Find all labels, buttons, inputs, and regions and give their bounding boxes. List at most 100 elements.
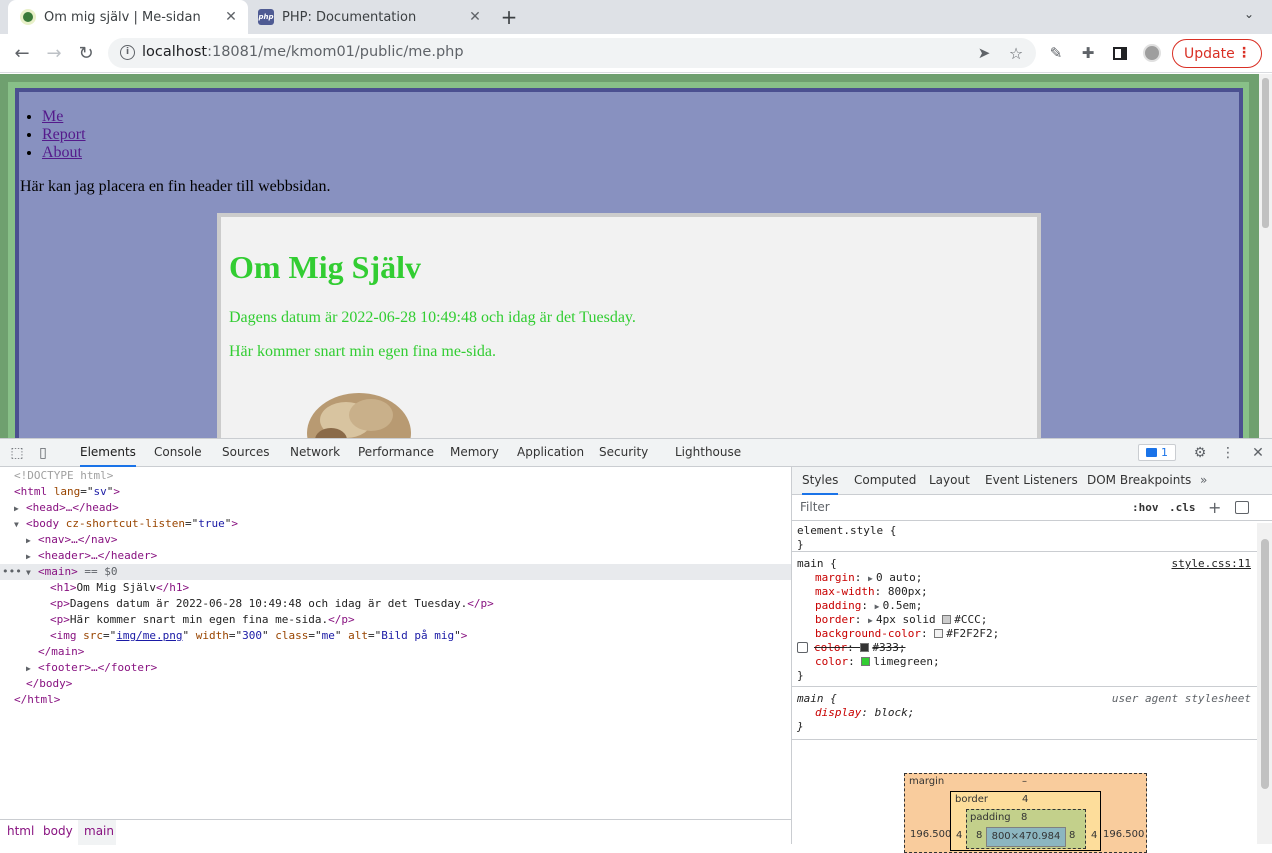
color-swatch[interactable] [861, 657, 871, 666]
site-info-icon[interactable]: i [120, 45, 135, 60]
tab-search-chevron-icon[interactable]: ⌄ [1244, 7, 1254, 21]
stylesheet-link[interactable]: style.css:11 [1172, 557, 1251, 571]
breadcrumb-main[interactable]: main [84, 824, 114, 838]
tab-title: PHP: Documentation [282, 9, 417, 25]
page-title: Om Mig Själv [229, 249, 421, 285]
tab-event-listeners[interactable]: Event Listeners [985, 467, 1078, 495]
cls-toggle[interactable]: .cls [1169, 501, 1196, 514]
row-options-icon[interactable]: ••• [2, 564, 22, 580]
styles-scrollbar[interactable] [1257, 523, 1272, 844]
box-model-padding[interactable]: padding 8 8 8 800×470.984 [966, 809, 1086, 849]
page-scrollbar[interactable] [1259, 74, 1272, 438]
header-node[interactable]: ▶ <header>…</header> [26, 548, 157, 564]
side-panel-icon[interactable] [1106, 40, 1134, 66]
nav-node[interactable]: ▶ <nav>…</nav> [26, 532, 117, 548]
url-text[interactable]: localhost:18081/me/kmom01/public/me.php [142, 44, 464, 60]
tab-layout[interactable]: Layout [929, 467, 970, 495]
tab-php-documentation[interactable]: php PHP: Documentation ✕ [250, 0, 492, 34]
extensions-puzzle-icon[interactable]: ✚ [1074, 40, 1102, 66]
eyedropper-icon[interactable]: ✎ [1042, 40, 1070, 66]
forward-arrow-icon[interactable]: → [40, 40, 68, 66]
send-icon[interactable]: ➤ [970, 40, 998, 66]
tab-dom-breakpoints[interactable]: DOM Breakpoints [1087, 467, 1191, 495]
new-rule-plus-icon[interactable]: + [1208, 498, 1221, 517]
tab-styles[interactable]: Styles [802, 467, 839, 495]
styles-scrollbar-thumb[interactable] [1261, 539, 1269, 789]
tab-memory[interactable]: Memory [450, 439, 499, 467]
tab-me-sidan[interactable]: Om mig själv | Me-sidan ✕ [8, 0, 248, 34]
main-rule-selector[interactable]: main { [797, 557, 837, 571]
p2-node[interactable]: <p>Här kommer snart min egen fina me-sid… [50, 612, 355, 628]
nav-link-me[interactable]: Me [42, 108, 63, 125]
tab-sources[interactable]: Sources [222, 439, 269, 467]
box-model-border[interactable]: border 4 4 4 padding 8 8 8 800×470.984 [950, 791, 1101, 851]
ua-rule-selector[interactable]: main { [797, 692, 837, 706]
color-swatch[interactable] [934, 629, 944, 638]
close-tab-icon[interactable]: ✕ [222, 8, 240, 26]
body-node[interactable]: ▼ <body cz-shortcut-listen="true"> [14, 516, 238, 532]
rule-close-brace: } [797, 720, 804, 733]
settings-gear-icon[interactable]: ⚙ [1191, 444, 1209, 462]
tab-network[interactable]: Network [290, 439, 340, 467]
footer-node[interactable]: ▶ <footer>…</footer> [26, 660, 157, 676]
more-options-icon[interactable]: ⋮ [1219, 444, 1237, 462]
tab-performance[interactable]: Performance [358, 439, 434, 467]
main-style-rule: main { style.css:11 margin: ▶ 0 auto; max… [792, 553, 1257, 687]
prop-color[interactable]: color: limegreen; [815, 655, 940, 669]
html-node[interactable]: <html lang="sv"> [14, 484, 120, 500]
tab-computed[interactable]: Computed [854, 467, 916, 495]
p1-node[interactable]: <p>Dagens datum är 2022-06-28 10:49:48 o… [50, 596, 494, 612]
address-bar[interactable]: i localhost:18081/me/kmom01/public/me.ph… [108, 38, 1036, 68]
nav-link-report[interactable]: Report [42, 126, 86, 143]
img-node[interactable]: <img src="img/me.png" width="300" class=… [50, 628, 467, 644]
toggle-sidebar-icon[interactable] [1235, 501, 1249, 514]
update-button[interactable]: Update ⋮ [1172, 39, 1262, 68]
issues-badge[interactable]: 1 [1138, 444, 1176, 461]
rule-close-brace: } [797, 538, 804, 551]
color-swatch[interactable] [942, 615, 952, 624]
nav-item: Report [42, 126, 86, 144]
breadcrumb-body[interactable]: body [43, 824, 73, 838]
inspect-element-icon[interactable]: ⬚ [8, 444, 26, 462]
prop-border[interactable]: border: ▶ 4px solid #CCC; [815, 613, 987, 627]
hov-toggle[interactable]: :hov [1132, 501, 1159, 514]
page-scrollbar-thumb[interactable] [1262, 78, 1269, 228]
prop-margin[interactable]: margin: ▶ 0 auto; [815, 571, 922, 585]
box-model-margin[interactable]: margin – 196.500 196.500 border 4 4 4 pa… [904, 773, 1147, 853]
h1-node[interactable]: <h1>Om Mig Själv</h1> [50, 580, 189, 596]
prop-max-width[interactable]: max-width: 800px; [815, 585, 928, 599]
new-tab-plus-icon[interactable]: + [498, 5, 520, 29]
prop-padding[interactable]: padding: ▶ 0.5em; [815, 599, 922, 613]
prop-color-disabled[interactable]: color: #333; [797, 641, 906, 655]
expand-triangle-icon: ▶ [26, 552, 31, 561]
breadcrumb-html[interactable]: html [7, 824, 34, 838]
property-checkbox[interactable] [797, 642, 808, 653]
favicon-icon [20, 9, 36, 25]
prop-background-color[interactable]: background-color: #F2F2F2; [815, 627, 999, 641]
more-tabs-icon[interactable]: » [1200, 467, 1207, 495]
browser-toolbar: ← → ↻ i localhost:18081/me/kmom01/public… [0, 34, 1272, 73]
close-devtools-icon[interactable]: ✕ [1249, 444, 1267, 462]
close-tab-icon[interactable]: ✕ [466, 8, 484, 26]
nav-item: Me [42, 108, 86, 126]
device-toolbar-icon[interactable]: ▯ [34, 444, 52, 462]
tab-console[interactable]: Console [154, 439, 202, 467]
filter-input[interactable]: Filter [800, 500, 830, 514]
color-swatch[interactable] [860, 643, 870, 652]
tab-elements[interactable]: Elements [80, 439, 136, 467]
nav-link-about[interactable]: About [42, 144, 82, 161]
doctype-line[interactable]: <!DOCTYPE html> [14, 468, 113, 484]
reload-icon[interactable]: ↻ [72, 40, 100, 66]
head-node[interactable]: ▶ <head>…</head> [14, 500, 119, 516]
bookmark-star-icon[interactable]: ☆ [1002, 40, 1030, 66]
prop-display[interactable]: display: block; [815, 706, 914, 720]
menu-dots-icon[interactable]: ⋮ [1237, 45, 1251, 61]
tab-lighthouse[interactable]: Lighthouse [675, 439, 741, 467]
tab-security[interactable]: Security [599, 439, 648, 467]
element-style-selector[interactable]: element.style { [797, 524, 896, 538]
profile-avatar-icon[interactable] [1138, 40, 1166, 66]
main-node[interactable]: ▼ <main> == $0 [26, 564, 118, 580]
box-model-content[interactable]: 800×470.984 [986, 827, 1066, 847]
tab-application[interactable]: Application [517, 439, 584, 467]
back-arrow-icon[interactable]: ← [8, 40, 36, 66]
